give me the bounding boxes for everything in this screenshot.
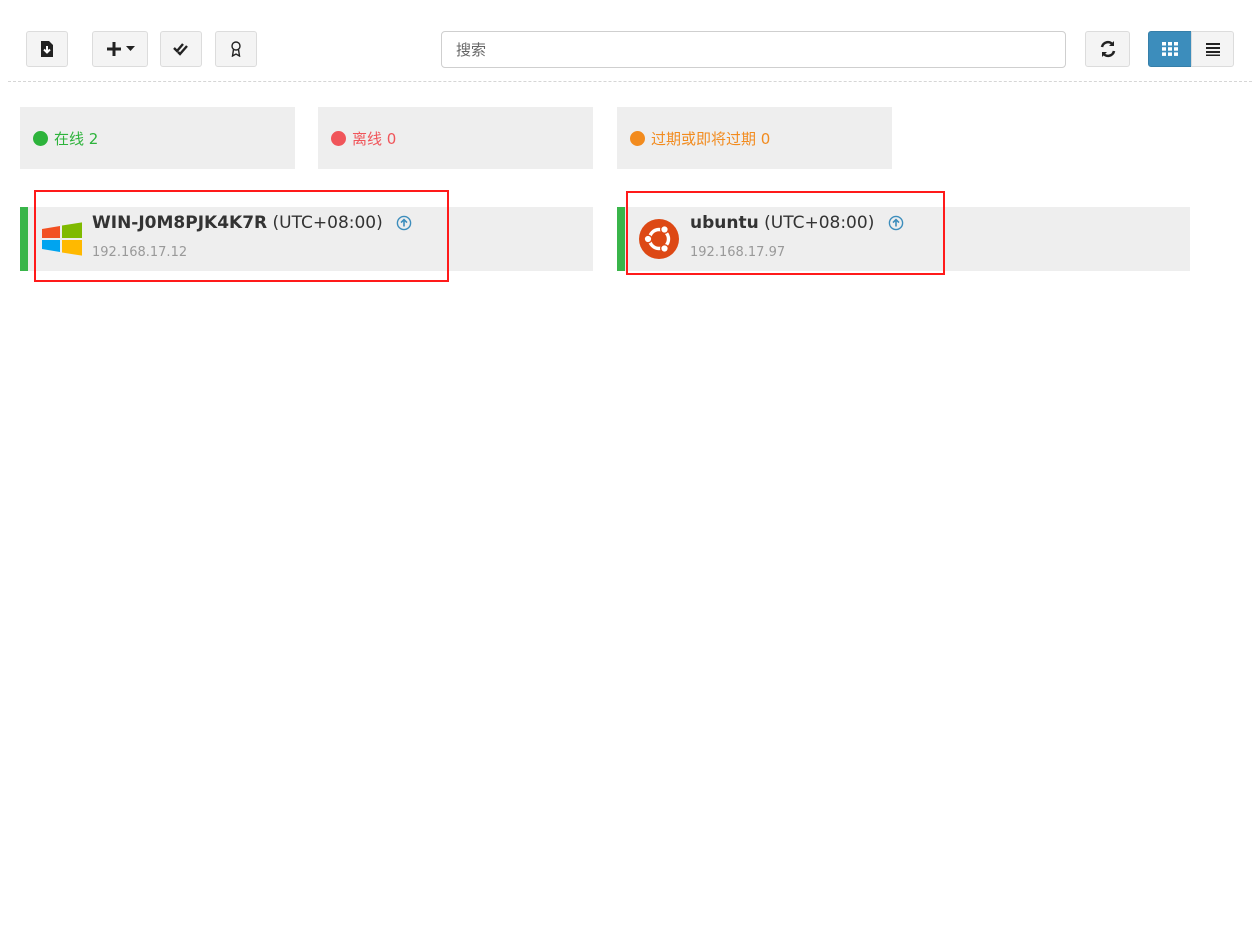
offline-dot-icon	[331, 130, 346, 146]
host-card-windows[interactable]: WIN-J0M8PJK4K7R (UTC+08:00) 192.168.17.1…	[20, 207, 593, 271]
host-ip: 192.168.17.97	[690, 245, 786, 260]
upload-icon[interactable]	[396, 215, 412, 231]
refresh-icon	[1100, 40, 1115, 58]
list-view-icon	[1205, 43, 1220, 56]
host-ip: 192.168.17.12	[92, 245, 188, 260]
host-name-row: WIN-J0M8PJK4K7R (UTC+08:00)	[92, 213, 412, 233]
host-name-row: ubuntu (UTC+08:00)	[690, 213, 904, 233]
host-name[interactable]: ubuntu	[690, 213, 759, 233]
check-all-button[interactable]	[160, 31, 202, 67]
online-dot-icon	[33, 130, 48, 146]
refresh-button[interactable]	[1085, 31, 1130, 67]
toolbar-divider	[8, 81, 1252, 82]
windows-logo-icon	[42, 222, 82, 256]
list-view-button[interactable]	[1191, 31, 1234, 67]
ubuntu-logo-icon	[639, 219, 679, 259]
host-timezone: (UTC+08:00)	[764, 213, 875, 233]
add-dropdown-button[interactable]	[92, 31, 148, 67]
grid-view-button[interactable]	[1148, 31, 1192, 67]
status-expired-filter[interactable]: 过期或即将过期 0	[617, 107, 892, 169]
status-offline-label: 离线 0	[352, 129, 397, 148]
upload-icon[interactable]	[888, 215, 904, 231]
caret-down-icon	[125, 46, 135, 51]
grid-view-icon	[1162, 42, 1178, 56]
license-icon	[231, 41, 241, 57]
status-online-filter[interactable]: 在线 2	[20, 107, 295, 169]
license-button[interactable]	[215, 31, 257, 67]
import-button[interactable]	[26, 31, 68, 67]
status-offline-filter[interactable]: 离线 0	[318, 107, 593, 169]
check-all-icon	[173, 43, 188, 56]
host-name[interactable]: WIN-J0M8PJK4K7R	[92, 213, 267, 233]
import-icon	[41, 41, 53, 57]
add-icon	[106, 42, 121, 56]
host-timezone: (UTC+08:00)	[272, 213, 383, 233]
host-card-ubuntu[interactable]: ubuntu (UTC+08:00) 192.168.17.97	[617, 207, 1190, 271]
expired-dot-icon	[630, 130, 645, 146]
status-online-label: 在线 2	[54, 129, 99, 148]
search-input[interactable]	[441, 31, 1066, 68]
toolbar	[0, 0, 1252, 82]
status-expired-label: 过期或即将过期 0	[651, 129, 771, 148]
